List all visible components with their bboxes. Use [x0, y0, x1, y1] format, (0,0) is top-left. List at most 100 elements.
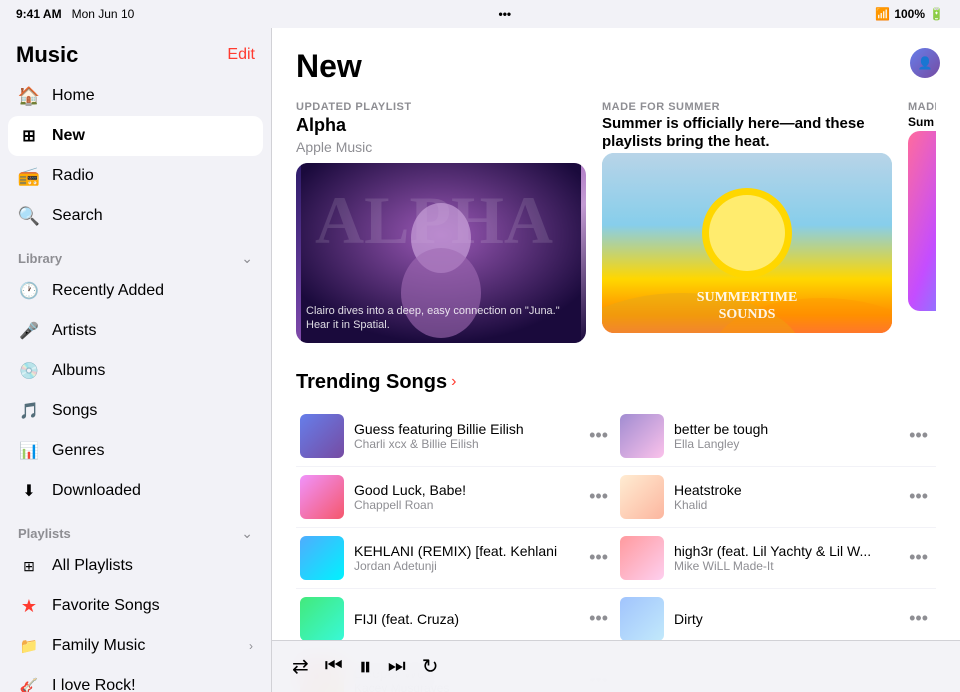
- song-title-4: Heatstroke: [674, 482, 895, 498]
- profile-avatar: 👤: [918, 56, 933, 70]
- song-info-8: Dirty: [674, 611, 895, 627]
- favorite-songs-icon: ★: [18, 595, 40, 617]
- song-thumb-6: [620, 536, 664, 580]
- partial-card-title: Sum play: [908, 115, 936, 129]
- song-more-button-5[interactable]: •••: [585, 547, 612, 568]
- status-bar: 9:41 AM Mon Jun 10 ••• 📶 100% 🔋: [0, 0, 960, 28]
- song-more-button-3[interactable]: •••: [585, 486, 612, 507]
- next-button[interactable]: ⏭: [388, 655, 406, 678]
- song-row[interactable]: Good Luck, Babe! Chappell Roan •••: [296, 467, 616, 528]
- profile-button[interactable]: 👤: [910, 48, 940, 78]
- partial-artwork: [908, 131, 936, 311]
- summer-card-tag: MADE FOR SUMMER: [602, 101, 892, 113]
- song-title-3: Good Luck, Babe!: [354, 482, 575, 498]
- sidebar-item-radio[interactable]: 📻 Radio: [8, 156, 263, 196]
- svg-text:SOUNDS: SOUNDS: [719, 307, 776, 322]
- sidebar-item-search[interactable]: 🔍 Search: [8, 196, 263, 236]
- library-section-title: Library: [18, 251, 62, 266]
- featured-card-alpha[interactable]: UPDATED PLAYLIST Alpha Apple Music: [296, 101, 586, 343]
- albums-icon: 💿: [18, 360, 40, 382]
- song-thumb-1: [300, 414, 344, 458]
- song-row[interactable]: Heatstroke Khalid •••: [616, 467, 936, 528]
- date-display: Mon Jun 10: [72, 7, 135, 21]
- page-title: New: [296, 48, 936, 85]
- app-container: Music Edit 🏠 Home ⊞ New 📻 Radio 🔍: [0, 28, 960, 692]
- sidebar-title: Music: [16, 42, 78, 68]
- sidebar-item-label-radio: Radio: [52, 167, 94, 185]
- sidebar-item-genres[interactable]: 📊 Genres: [8, 431, 263, 471]
- sidebar-item-downloaded[interactable]: ⬇ Downloaded: [8, 471, 263, 511]
- library-section-header: Library ⌄: [0, 236, 271, 271]
- sidebar-item-label-family-music: Family Music: [52, 637, 145, 655]
- sidebar-item-label-new: New: [52, 127, 85, 145]
- battery-display: 100%: [894, 7, 925, 21]
- family-music-arrow-icon: ›: [249, 639, 253, 653]
- sidebar-item-label-artists: Artists: [52, 322, 96, 340]
- sidebar-item-home[interactable]: 🏠 Home: [8, 76, 263, 116]
- song-more-button-4[interactable]: •••: [905, 486, 932, 507]
- repeat-button[interactable]: ↻: [422, 654, 439, 679]
- featured-card-partial[interactable]: MADE Sum play: [908, 101, 936, 343]
- song-info-1: Guess featuring Billie Eilish Charli xcx…: [354, 421, 575, 451]
- all-playlists-icon: ⊞: [18, 555, 40, 577]
- wifi-icon: 📶: [875, 7, 890, 21]
- family-music-icon: 📁: [18, 635, 40, 657]
- song-thumb-3: [300, 475, 344, 519]
- featured-row: UPDATED PLAYLIST Alpha Apple Music: [296, 101, 936, 343]
- downloaded-icon: ⬇: [18, 480, 40, 502]
- song-row[interactable]: Guess featuring Billie Eilish Charli xcx…: [296, 406, 616, 467]
- sidebar-item-all-playlists[interactable]: ⊞ All Playlists: [8, 546, 263, 586]
- play-pause-button[interactable]: ⏸: [359, 651, 372, 683]
- sidebar-item-new[interactable]: ⊞ New: [8, 116, 263, 156]
- sidebar-item-label-downloaded: Downloaded: [52, 482, 141, 500]
- song-more-button-8[interactable]: •••: [905, 608, 932, 629]
- artists-icon: 🎤: [18, 320, 40, 342]
- song-row[interactable]: better be tough Ella Langley •••: [616, 406, 936, 467]
- song-info-4: Heatstroke Khalid: [674, 482, 895, 512]
- status-center: •••: [499, 7, 512, 21]
- song-more-button-7[interactable]: •••: [585, 608, 612, 629]
- song-row[interactable]: high3r (feat. Lil Yachty & Lil W... Mike…: [616, 528, 936, 589]
- song-more-button-1[interactable]: •••: [585, 425, 612, 446]
- main-content: 👤 New UPDATED PLAYLIST Alpha Apple Music: [272, 28, 960, 692]
- song-row[interactable]: KEHLANI (REMIX) [feat. Kehlani Jordan Ad…: [296, 528, 616, 589]
- song-more-button-6[interactable]: •••: [905, 547, 932, 568]
- song-thumb-7: [300, 597, 344, 641]
- playlists-chevron-icon[interactable]: ⌄: [241, 525, 253, 542]
- song-thumb-5: [300, 536, 344, 580]
- song-artist-5: Jordan Adetunji: [354, 559, 575, 573]
- library-chevron-icon[interactable]: ⌄: [241, 250, 253, 267]
- sidebar-item-songs[interactable]: 🎵 Songs: [8, 391, 263, 431]
- sidebar-item-favorite-songs[interactable]: ★ Favorite Songs: [8, 586, 263, 626]
- trending-songs-title: Trending Songs: [296, 371, 447, 394]
- alpha-card-subtitle: Apple Music: [296, 139, 586, 155]
- song-title-5: KEHLANI (REMIX) [feat. Kehlani: [354, 543, 575, 559]
- trending-songs-chevron-icon[interactable]: ›: [451, 373, 456, 391]
- song-title-1: Guess featuring Billie Eilish: [354, 421, 575, 437]
- sidebar-item-i-love-rock[interactable]: 🎸 I love Rock!: [8, 666, 263, 692]
- alpha-caption: Clairo dives into a deep, easy connectio…: [306, 304, 576, 333]
- song-title-7: FIJI (feat. Cruza): [354, 611, 575, 627]
- search-icon: 🔍: [18, 205, 40, 227]
- edit-button[interactable]: Edit: [227, 46, 255, 64]
- song-more-button-2[interactable]: •••: [905, 425, 932, 446]
- shuffle-button[interactable]: ⇄: [292, 654, 309, 679]
- playlists-section-title: Playlists: [18, 526, 71, 541]
- alpha-card-title: Alpha: [296, 115, 586, 137]
- dots-display: •••: [499, 7, 512, 21]
- sidebar-item-artists[interactable]: 🎤 Artists: [8, 311, 263, 351]
- sidebar-item-albums[interactable]: 💿 Albums: [8, 351, 263, 391]
- recently-added-icon: 🕐: [18, 280, 40, 302]
- summer-card-image: SUMMERTIME SOUNDS: [602, 153, 892, 333]
- trending-songs-header: Trending Songs ›: [296, 371, 936, 394]
- time-display: 9:41 AM: [16, 7, 62, 21]
- song-thumb-4: [620, 475, 664, 519]
- sidebar-item-family-music[interactable]: 📁 Family Music ›: [8, 626, 263, 666]
- featured-card-summer[interactable]: MADE FOR SUMMER Summer is officially her…: [602, 101, 892, 343]
- sidebar-item-recently-added[interactable]: 🕐 Recently Added: [8, 271, 263, 311]
- song-artist-2: Ella Langley: [674, 437, 895, 451]
- alpha-card-tag: UPDATED PLAYLIST: [296, 101, 586, 113]
- song-thumb-2: [620, 414, 664, 458]
- previous-button[interactable]: ⏮: [325, 655, 343, 678]
- song-title-8: Dirty: [674, 611, 895, 627]
